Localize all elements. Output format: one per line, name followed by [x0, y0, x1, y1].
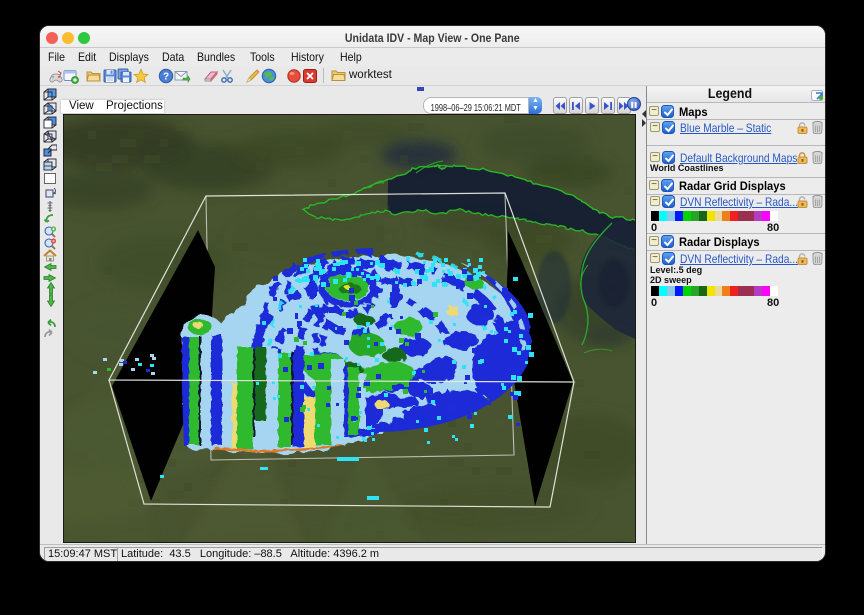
svg-text:?: ?: [163, 72, 169, 83]
